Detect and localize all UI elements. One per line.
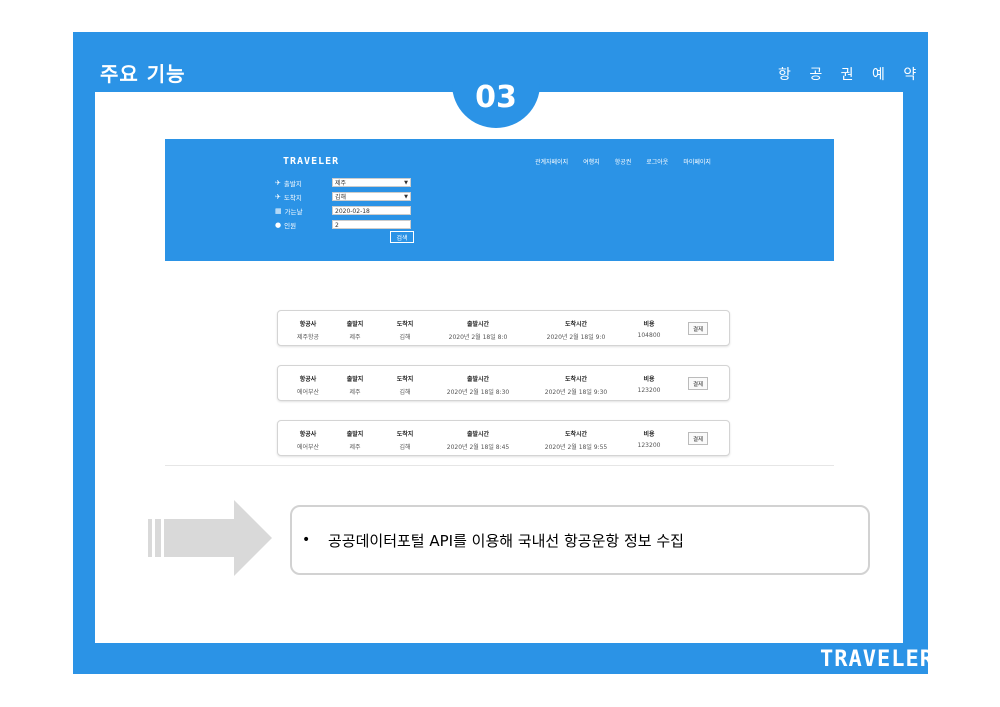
arrival-label: 도착지	[283, 193, 302, 202]
calendar-icon: ▦	[275, 206, 282, 215]
site-header: TRAVELER 관계자페이지 여행지 항공권 로그아웃 마이페이지 ✈ 출발지…	[165, 139, 834, 261]
nav-item-logout[interactable]: 로그아웃	[646, 157, 668, 166]
arrow-right-icon	[148, 500, 272, 576]
bullet: •	[302, 532, 311, 548]
pay-button[interactable]: 결제	[688, 377, 708, 390]
col-header-to: 도착지	[396, 321, 414, 328]
plane-takeoff-icon: ✈	[275, 178, 281, 187]
plane-landing-icon: ✈	[275, 192, 281, 201]
nav-item-admin[interactable]: 관계자페이지	[535, 157, 568, 166]
flight-result-card: 항공사 제주항공 출발지 제주 도착지 김해 출발시간 2020년 2월 18일 8:0…	[277, 310, 730, 346]
dep-value: 2020년 2월 18일 8:0	[448, 334, 508, 341]
site-logo[interactable]: TRAVELER	[283, 156, 339, 167]
callout-box: • 공공데이터포털 API를 이용해 국내선 항공운항 정보 수집	[290, 505, 870, 575]
search-button[interactable]: 검색	[390, 231, 414, 243]
to-value: 김해	[399, 389, 411, 396]
footer-logo: TRAVELER	[820, 647, 934, 672]
arrival-select[interactable]: 김해 ▼	[332, 192, 411, 201]
departure-label: 출발지	[283, 179, 302, 188]
nav-item-destinations[interactable]: 여행지	[583, 157, 600, 166]
col-header-dep: 출발시간	[466, 431, 490, 438]
to-value: 김해	[399, 444, 411, 451]
to-value: 김해	[399, 334, 411, 341]
col-header-price: 비용	[643, 321, 655, 328]
col-header-price: 비용	[643, 376, 655, 383]
departure-select[interactable]: 제주 ▼	[332, 178, 411, 187]
arr-value: 2020년 2월 18일 9:0	[546, 334, 606, 341]
dep-value: 2020년 2월 18일 8:30	[446, 389, 510, 396]
col-header-dep: 출발시간	[466, 376, 490, 383]
arr-value: 2020년 2월 18일 9:30	[544, 389, 608, 396]
nav-item-mypage[interactable]: 마이페이지	[683, 157, 711, 166]
chevron-down-icon: ▼	[404, 194, 408, 200]
date-input[interactable]: 2020-02-18	[332, 206, 411, 215]
callout-text: 공공데이터포털 API를 이용해 국내선 항공운항 정보 수집	[328, 531, 684, 550]
slide-subtitle: 항 공 권 예 약	[778, 67, 924, 83]
col-header-arr: 도착시간	[564, 321, 588, 328]
slide-title: 주요 기능	[100, 62, 186, 86]
person-icon: ●	[275, 220, 282, 229]
date-label: 가는날	[284, 207, 303, 216]
pay-button[interactable]: 결제	[688, 322, 708, 335]
col-header-price: 비용	[643, 431, 655, 438]
arr-value: 2020년 2월 18일 9:55	[544, 444, 608, 451]
col-header-arr: 도착시간	[564, 376, 588, 383]
price-value: 123200	[637, 387, 661, 394]
flight-result-card: 항공사 에어부산 출발지 제주 도착지 김해 출발시간 2020년 2월 18일 8:4…	[277, 420, 730, 456]
people-input[interactable]: 2	[332, 220, 411, 229]
nav-item-flights[interactable]: 항공권	[615, 157, 632, 166]
site-nav: 관계자페이지 여행지 항공권 로그아웃 마이페이지	[535, 157, 711, 166]
divider	[165, 465, 834, 466]
col-header-to: 도착지	[396, 376, 414, 383]
flight-result-card: 항공사 에어부산 출발지 제주 도착지 김해 출발시간 2020년 2월 18일 8:3…	[277, 365, 730, 401]
col-header-arr: 도착시간	[564, 431, 588, 438]
price-value: 123200	[637, 442, 661, 449]
price-value: 104800	[637, 332, 661, 339]
people-label: 인원	[284, 221, 297, 230]
chevron-down-icon: ▼	[404, 180, 408, 186]
col-header-dep: 출발시간	[466, 321, 490, 328]
pay-button[interactable]: 결제	[688, 432, 708, 445]
dep-value: 2020년 2월 18일 8:45	[446, 444, 510, 451]
col-header-to: 도착지	[396, 431, 414, 438]
